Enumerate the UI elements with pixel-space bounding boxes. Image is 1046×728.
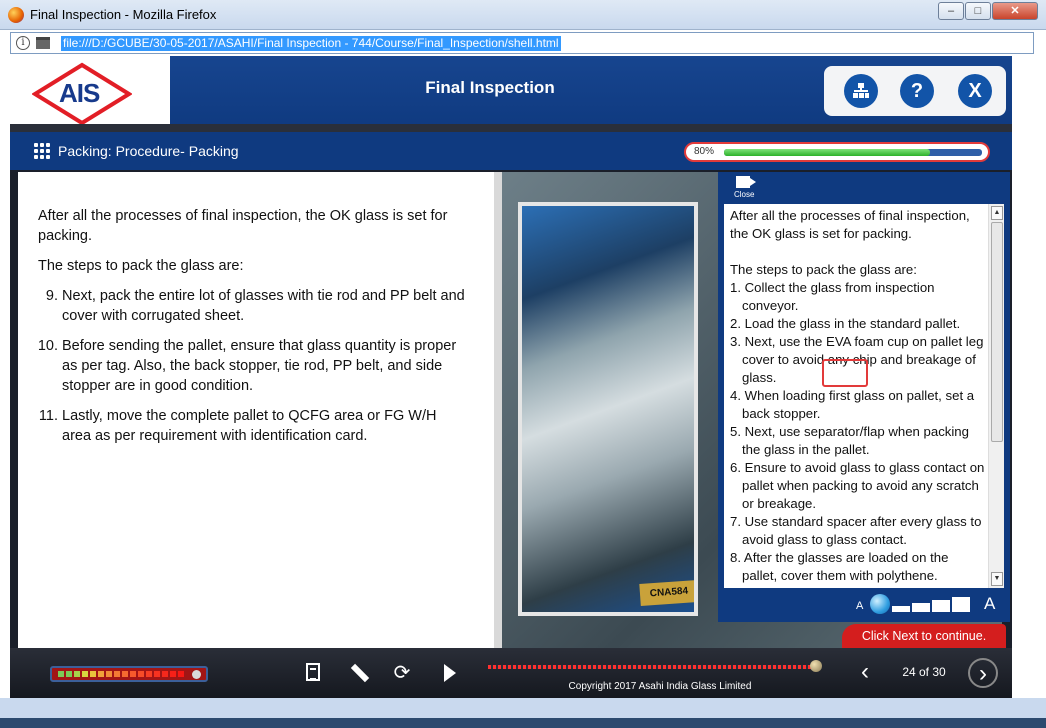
font-size-steps [892,596,972,612]
next-hint: Click Next to continue. [842,624,1006,648]
header-divider [10,124,1012,132]
minimize-button[interactable]: – [938,2,964,20]
transcript-item: 2. Load the glass in the standard pallet… [730,316,961,331]
transcript-item: 1. Collect the glass from inspection con… [730,280,935,313]
page-counter: 24 of 30 [902,665,946,679]
address-bar[interactable]: i file:///D:/GCUBE/30-05-2017/ASAHI/Fina… [10,32,1034,54]
transcript-scrollbar[interactable]: ▲ ▼ [988,204,1004,588]
step-text: Before sending the pallet, ensure that g… [62,338,457,394]
transcript-item: 6. Ensure to avoid glass to glass contac… [730,460,985,511]
seek-bar[interactable] [488,660,822,672]
transcript-item: 8. After the glasses are loaded on the p… [730,550,949,583]
copyright-text: Copyright 2017 Asahi India Glass Limited [568,681,752,692]
window-title: Final Inspection - Mozilla Firefox [30,7,217,22]
step-item: 10. Before sending the pallet, ensure th… [38,336,468,396]
url-text[interactable]: file:///D:/GCUBE/30-05-2017/ASAHI/Final … [61,36,561,51]
eva-highlight-box [822,359,868,387]
close-panel-icon [736,176,756,188]
steps-heading: The steps to pack the glass are: [38,258,244,274]
maximize-button[interactable]: □ [965,2,991,20]
photo-plate: CNA584 [639,580,694,606]
exit-button[interactable]: X [958,74,992,108]
replay-icon: ⟳ [393,662,411,684]
slide-text: After all the processes of final inspect… [38,206,468,456]
page-icon [36,37,50,49]
header-button-group: ? X [824,66,1006,116]
sitemap-button[interactable] [844,74,878,108]
font-small-label: A [856,600,864,612]
progress-label: 80% [694,146,715,157]
course-shell: AIS Final Inspection ? X Packing: Proced… [10,56,1012,698]
info-icon[interactable]: i [16,36,30,50]
close-label: Close [734,190,755,199]
transcript-item: 7. Use standard spacer after every glass… [730,514,982,547]
close-window-button[interactable]: ✕ [992,2,1038,20]
previous-button[interactable]: ‹ [850,658,880,688]
seek-track [488,665,822,669]
course-header: AIS Final Inspection ? X [10,56,1012,128]
step-text: Lastly, move the complete pallet to QCFG… [62,408,437,444]
transcript-item: 5. Next, use separator/flap when packing… [730,424,969,457]
taskbar [0,718,1046,728]
help-button[interactable]: ? [900,74,934,108]
player-footer: ⟳ Copyright 2017 Asahi India Glass Limit… [10,648,1012,698]
volume-bar[interactable] [50,666,208,682]
font-big-label: A [984,594,996,613]
slide-content: After all the processes of final inspect… [18,172,1010,648]
step-number: 9. [45,288,58,304]
scroll-thumb[interactable] [991,222,1003,442]
edit-button[interactable] [346,661,370,685]
topic-title: Packing: Procedure- Packing [58,143,239,159]
step-item: 9. Next, pack the entire lot of glasses … [38,286,468,326]
font-size-knob[interactable] [870,594,890,614]
scroll-up-arrow-icon[interactable]: ▲ [991,206,1003,220]
course-title: Final Inspection [425,78,555,97]
font-size-slider[interactable]: A A [852,592,1002,618]
firefox-icon [8,7,24,23]
progress-track [724,149,982,156]
packing-photo: CNA584 [518,202,698,616]
next-button[interactable]: › [968,658,998,688]
transcript-panel: Close After all the processes of final i… [718,172,1010,622]
play-icon [444,664,456,682]
step-item: 11. Lastly, move the complete pallet to … [38,406,468,446]
intro-text: After all the processes of final inspect… [38,208,448,244]
transcript-item: 4. When loading first glass on pallet, s… [730,388,975,421]
step-text: Next, pack the entire lot of glasses wit… [62,288,465,324]
logo: AIS [10,56,170,128]
transcript-heading: The steps to pack the glass are: [730,262,917,277]
seek-knob[interactable] [810,660,822,672]
course-progress: 80% [684,142,990,162]
window-titlebar: Final Inspection - Mozilla Firefox – □ ✕ [0,0,1046,30]
pencil-icon [350,663,370,683]
sitemap-icon [853,83,869,99]
replay-button[interactable]: ⟳ [390,661,414,685]
scroll-down-arrow-icon[interactable]: ▼ [991,572,1003,586]
notes-button[interactable] [302,661,326,685]
transcript-close-button[interactable]: Close [734,176,758,200]
transcript-intro: After all the processes of final inspect… [730,208,970,241]
topic-bar: Packing: Procedure- Packing 80% [10,132,1012,170]
content-divider [494,172,502,648]
transcript-text: After all the processes of final inspect… [730,207,986,585]
logo-text: AIS [59,78,100,108]
step-number: 10. [37,338,58,354]
menu-grid-icon[interactable] [34,143,50,159]
notes-icon [306,663,320,681]
play-button[interactable] [438,661,462,685]
volume-knob[interactable] [192,670,201,679]
progress-fill [724,149,931,156]
transcript-box[interactable]: After all the processes of final inspect… [724,204,1004,588]
step-number: 11. [38,408,58,424]
